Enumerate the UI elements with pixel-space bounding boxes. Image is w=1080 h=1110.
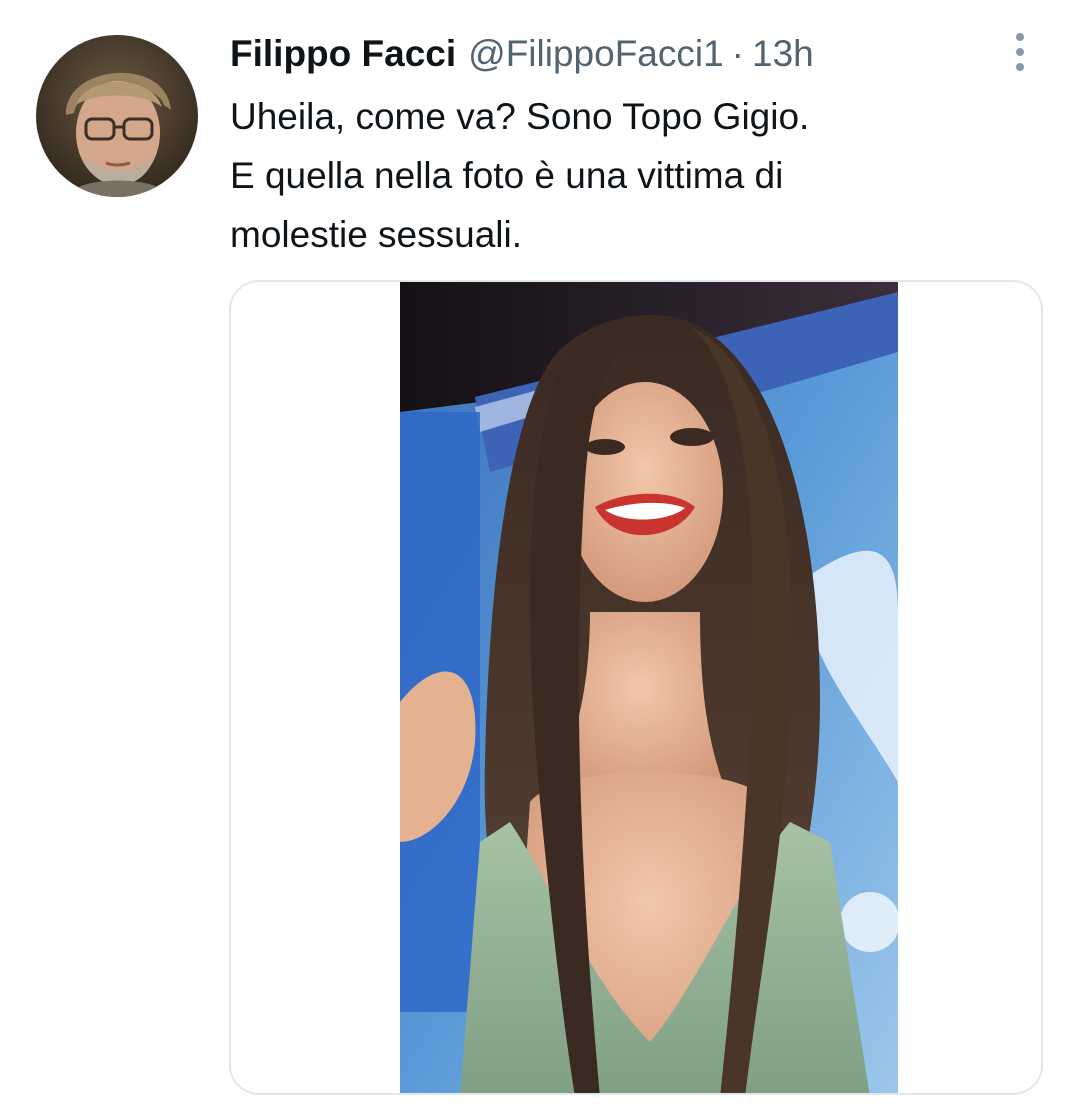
more-dot <box>1016 63 1024 71</box>
photo-image <box>400 282 898 1093</box>
author-display-name[interactable]: Filippo Facci <box>230 30 456 78</box>
meta-separator: · <box>731 33 744 74</box>
tweet-text-line: Uheila, come va? Sono Topo Gigio. <box>230 96 810 137</box>
more-dot <box>1016 48 1024 56</box>
tweet-text: Uheila, come va? Sono Topo Gigio. E quel… <box>230 87 1030 264</box>
avatar-photo <box>36 35 198 197</box>
media-card[interactable] <box>229 280 1043 1095</box>
tweet-header: Filippo Facci @FilippoFacci1 · 13h <box>230 30 814 78</box>
attached-photo[interactable] <box>400 282 898 1093</box>
author-handle[interactable]: @FilippoFacci1 <box>468 30 724 78</box>
more-dot <box>1016 33 1024 41</box>
tweet-text-line: molestie sessuali. <box>230 214 523 255</box>
tweet-text-line: E quella nella foto è una vittima di <box>230 155 784 196</box>
more-options-icon[interactable] <box>1000 30 1040 74</box>
tweet-timestamp[interactable]: 13h <box>752 30 814 78</box>
tweet[interactable]: Filippo Facci @FilippoFacci1 · 13h Uheil… <box>0 0 1080 1110</box>
author-avatar[interactable] <box>36 35 198 197</box>
